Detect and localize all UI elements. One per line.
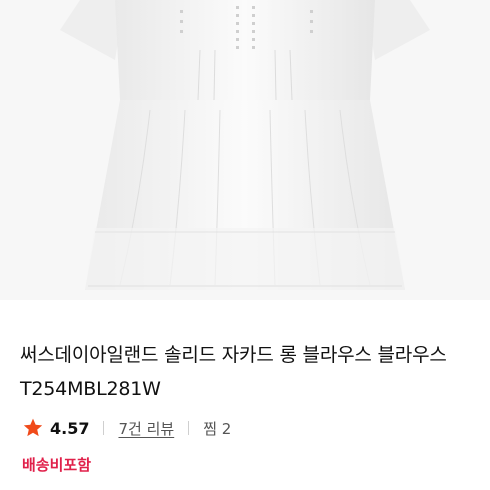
shipping-badge: 배송비포함 [22,456,92,474]
star-icon [23,418,43,437]
product-image[interactable] [0,0,490,318]
reviews-link[interactable]: 7건 리뷰 [118,418,174,439]
white-blouse-photo [0,0,490,318]
rating-row: 4.57 7건 리뷰 찜 2 [22,416,231,440]
product-info: 써스데이아일랜드 솔리드 자카드 롱 블라우스 블라우스 T254MBL281W… [0,318,490,490]
product-title: 써스데이아일랜드 솔리드 자카드 롱 블라우스 블라우스 T254MBL281W [20,344,447,400]
wishlist-count[interactable]: 찜 2 [203,418,231,439]
rating-score: 4.57 [50,418,90,438]
divider [103,421,105,435]
divider [188,421,190,435]
